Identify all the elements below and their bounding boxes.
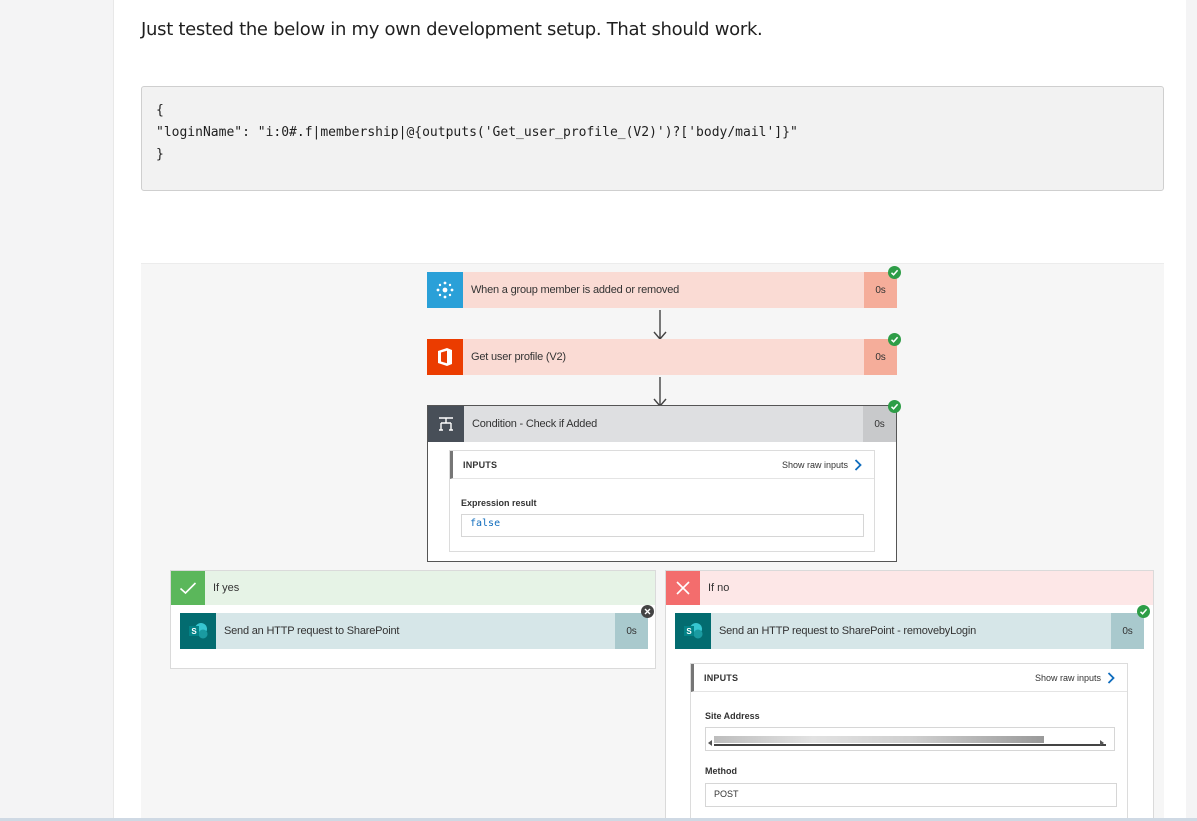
show-raw-inputs-label: Show raw inputs <box>1034 672 1101 683</box>
code-line: "loginName": "i:0#.f|membership|@{output… <box>156 125 798 140</box>
get-user-profile-step[interactable]: Get user profile (V2) 0s <box>427 339 897 375</box>
trigger-step[interactable]: When a group member is added or removed … <box>427 272 897 308</box>
redacted-value <box>714 736 1044 743</box>
site-address-label: Site Address <box>705 711 760 721</box>
if-no-http-step[interactable]: S Send an HTTP request to SharePoint - r… <box>675 613 1144 649</box>
chevron-right-icon <box>854 458 862 471</box>
success-check-icon <box>888 266 901 279</box>
method-label: Method <box>705 766 737 776</box>
expression-result-label: Expression result <box>461 498 537 508</box>
flow-arrow-icon <box>653 310 667 341</box>
condition-title: Condition - Check if Added <box>472 418 598 430</box>
post-intro-text: Just tested the below in my own developm… <box>141 19 763 40</box>
if-yes-http-step[interactable]: S Send an HTTP request to SharePoint 0s <box>180 613 648 649</box>
office-icon <box>427 339 463 375</box>
if-yes-branch: If yes S Send an HTTP request to SharePo… <box>170 570 656 669</box>
if-yes-http-title: Send an HTTP request to SharePoint <box>224 625 400 637</box>
left-gutter <box>0 0 114 821</box>
skipped-x-icon <box>641 605 654 618</box>
inputs-header: INPUTS Show raw inputs <box>450 451 874 479</box>
scroll-right-icon[interactable] <box>1100 740 1104 746</box>
condition-inputs-panel: INPUTS Show raw inputs Expression result… <box>449 450 875 552</box>
method-value-box: POST <box>705 783 1117 807</box>
inputs-header: INPUTS Show raw inputs <box>691 664 1127 692</box>
sharepoint-icon: S <box>180 613 216 649</box>
if-yes-http-duration: 0s <box>615 613 648 649</box>
expression-result-text: false <box>470 518 501 529</box>
http-inputs-panel: INPUTS Show raw inputs Site Address Meth… <box>690 663 1128 818</box>
show-raw-inputs-label: Show raw inputs <box>781 459 848 470</box>
if-no-http-title: Send an HTTP request to SharePoint - rem… <box>719 625 977 637</box>
site-address-value <box>705 727 1115 751</box>
success-check-icon <box>888 400 901 413</box>
success-check-icon <box>1137 605 1150 618</box>
group-members-icon <box>427 272 463 308</box>
if-yes-header[interactable]: If yes <box>171 571 655 605</box>
yes-check-icon <box>171 571 205 605</box>
if-no-branch: If no S Send an HTTP request to SharePoi… <box>665 570 1154 818</box>
show-raw-inputs-link[interactable]: Show raw inputs <box>1034 671 1115 684</box>
method-value: POST <box>714 789 739 799</box>
if-no-label: If no <box>708 582 730 594</box>
inputs-label: INPUTS <box>704 672 739 683</box>
expression-result-value: false <box>461 514 864 537</box>
no-x-icon <box>666 571 700 605</box>
scrollbar-track[interactable] <box>714 744 1106 746</box>
condition-card: Condition - Check if Added 0s INPUTS Sho… <box>427 405 897 562</box>
code-line: } <box>156 147 164 162</box>
svg-text:S: S <box>686 627 692 636</box>
right-gutter <box>1186 0 1197 821</box>
show-raw-inputs-link[interactable]: Show raw inputs <box>781 458 862 471</box>
chevron-right-icon <box>1107 671 1115 684</box>
svg-text:S: S <box>191 627 197 636</box>
flow-arrow-icon <box>653 377 667 408</box>
code-block: { "loginName": "i:0#.f|membership|@{outpu… <box>141 86 1164 191</box>
condition-step[interactable]: Condition - Check if Added 0s <box>428 406 896 442</box>
success-check-icon <box>888 333 901 346</box>
get-user-profile-title: Get user profile (V2) <box>471 351 566 363</box>
if-yes-label: If yes <box>213 582 240 594</box>
flow-run-screenshot: When a group member is added or removed … <box>141 263 1164 818</box>
inputs-label: INPUTS <box>463 459 498 470</box>
code-line: { <box>156 103 164 118</box>
scroll-left-icon[interactable] <box>708 740 712 746</box>
condition-icon <box>428 406 464 442</box>
if-no-http-duration: 0s <box>1111 613 1144 649</box>
sharepoint-icon: S <box>675 613 711 649</box>
trigger-step-title: When a group member is added or removed <box>471 284 680 296</box>
if-no-header[interactable]: If no <box>666 571 1153 605</box>
